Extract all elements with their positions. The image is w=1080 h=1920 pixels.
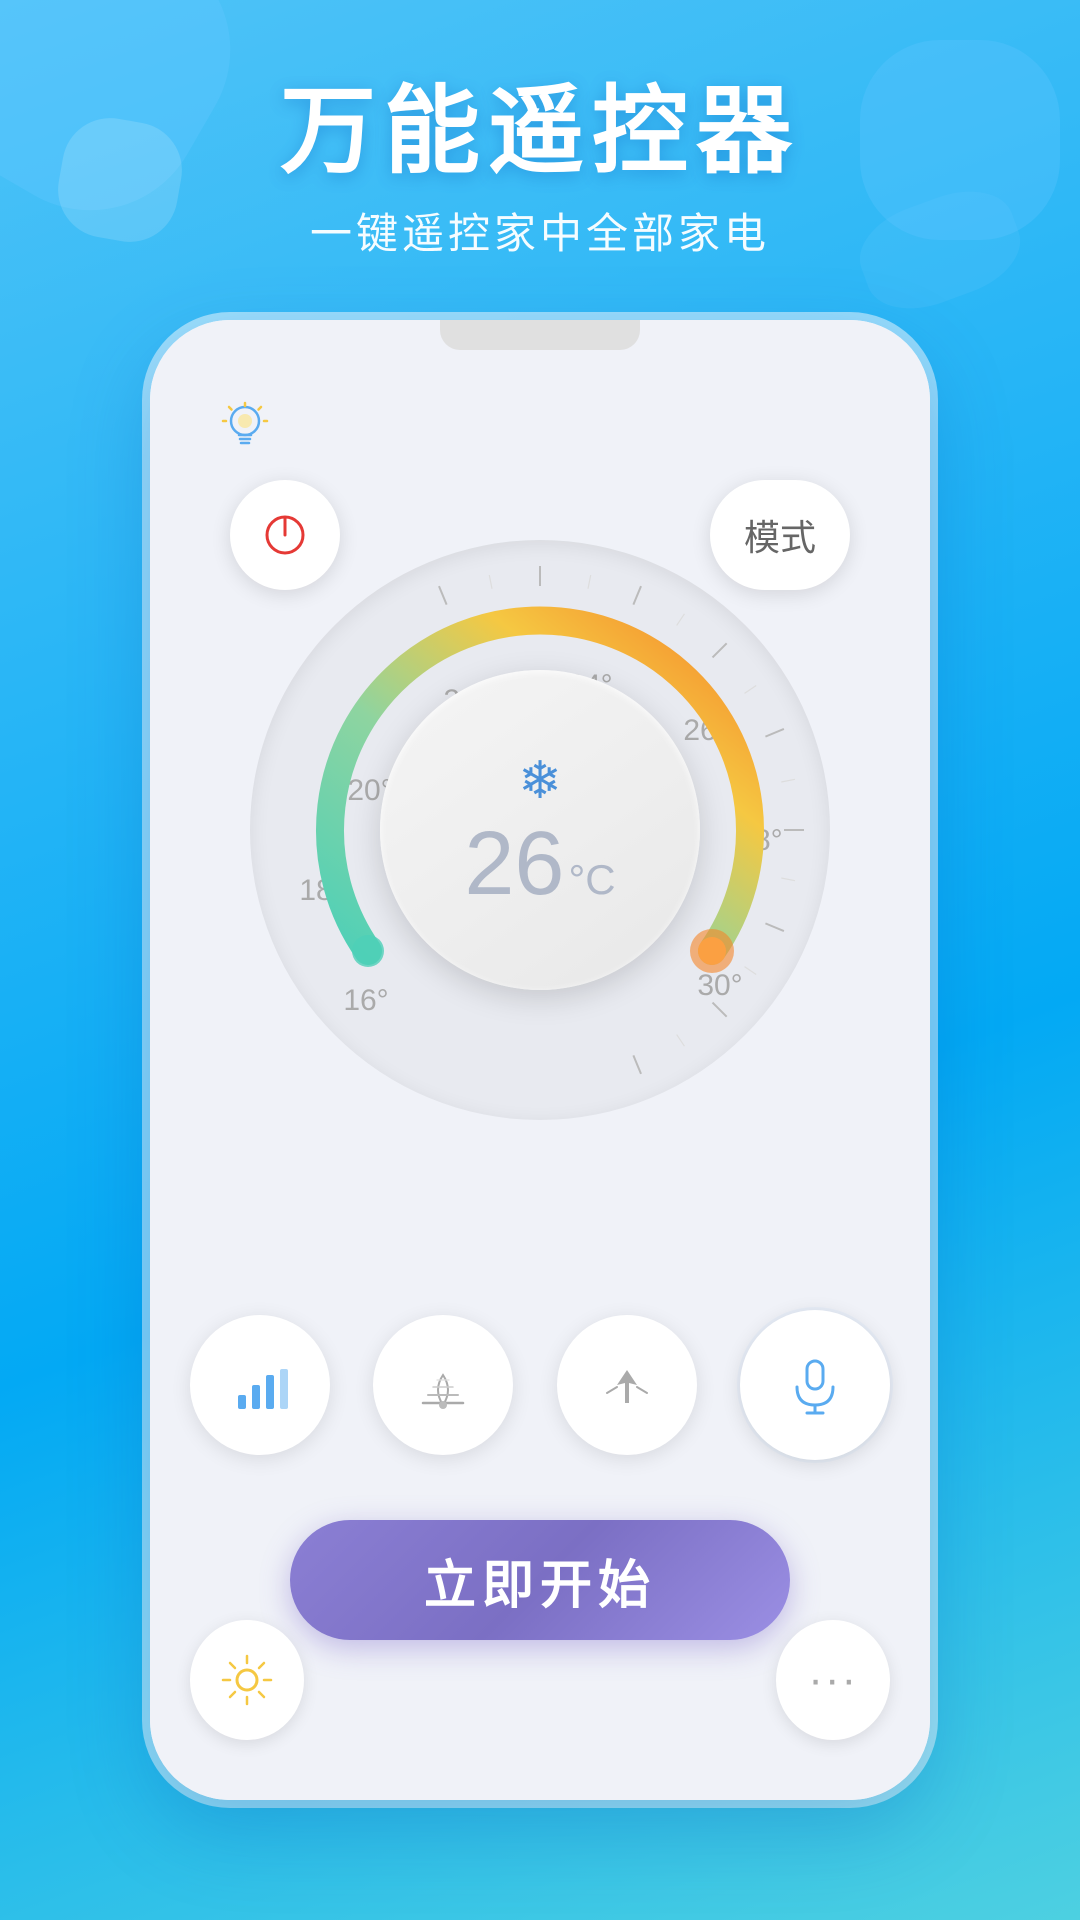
wind-speed-icon bbox=[230, 1355, 290, 1415]
header-section: 万能遥控器 一键遥控家中全部家电 bbox=[0, 0, 1080, 340]
sun-icon bbox=[219, 1652, 275, 1708]
phone-content: 模式 16° 18° 20° 22° bbox=[150, 320, 930, 1800]
phone-mockup: 模式 16° 18° 20° 22° bbox=[150, 320, 930, 1800]
fan-icon bbox=[413, 1355, 473, 1415]
bottom-controls bbox=[190, 1310, 890, 1460]
more-dots-icon: ··· bbox=[808, 1655, 858, 1705]
app-subtitle: 一键遥控家中全部家电 bbox=[310, 200, 770, 261]
microphone-icon bbox=[783, 1353, 847, 1417]
microphone-button[interactable] bbox=[740, 1310, 890, 1460]
wind-speed-button[interactable] bbox=[190, 1315, 330, 1455]
app-title: 万能遥控器 bbox=[280, 79, 800, 185]
temperature-unit: °C bbox=[568, 856, 615, 904]
temperature-display: ❄ 26 °C bbox=[380, 670, 700, 990]
bulb-icon-container[interactable] bbox=[210, 390, 280, 460]
more-options-button[interactable]: ··· bbox=[776, 1620, 890, 1740]
temperature-dial[interactable]: 16° 18° 20° 22° 24° 26° 28° 30° bbox=[250, 540, 830, 1120]
snowflake-icon: ❄ bbox=[518, 751, 562, 811]
fan-sweep-button[interactable] bbox=[373, 1315, 513, 1455]
temperature-value: 26 bbox=[464, 819, 564, 909]
lightbulb-icon bbox=[219, 399, 271, 451]
temperature-mode-button[interactable] bbox=[190, 1620, 304, 1740]
wind-direction-button[interactable] bbox=[557, 1315, 697, 1455]
bottom-icons-row: ··· bbox=[190, 1620, 890, 1740]
wind-direction-icon bbox=[597, 1355, 657, 1415]
start-button-label: 立即开始 bbox=[424, 1543, 656, 1618]
